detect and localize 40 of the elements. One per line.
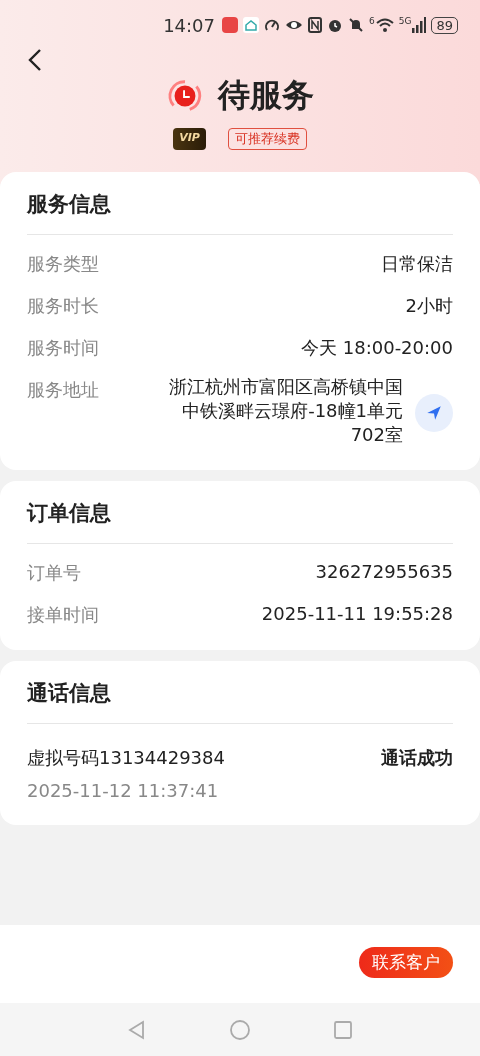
section-title: 服务信息 <box>27 191 112 218</box>
navigation-arrow-icon[interactable] <box>425 403 443 422</box>
navigate-button[interactable] <box>415 393 453 432</box>
address-text: 浙江杭州市富阳区高桥镇中国中铁溪畔云璟府-18幢1单元702室 <box>168 375 403 447</box>
network-label: 5G <box>398 16 412 26</box>
recents-nav-icon[interactable] <box>333 1019 353 1040</box>
signal-icon <box>412 17 427 33</box>
call-time: 2025-11-12 11:37:41 <box>27 779 220 803</box>
nfc-icon <box>308 17 322 33</box>
field-label: 接单时间 <box>27 603 99 627</box>
call-number: 虚拟号码13134429384 <box>27 746 225 770</box>
field-value: 日常保洁 <box>381 252 453 276</box>
speedometer-icon <box>264 17 280 33</box>
muted-bell-icon <box>348 17 364 33</box>
field-label: 服务类型 <box>27 252 99 276</box>
field-value: 326272955635 <box>315 561 453 582</box>
section-title: 订单信息 <box>27 500 112 527</box>
field-value: 今天 18:00-20:00 <box>301 336 453 360</box>
home-icon <box>243 17 259 33</box>
home-nav-icon[interactable] <box>229 1018 251 1041</box>
field-label: 服务时长 <box>27 294 99 318</box>
field-label: 订单号 <box>27 561 81 585</box>
status-title: 待服务 <box>218 75 314 116</box>
renewal-tag: 可推荐续费 <box>227 128 307 150</box>
app-icon <box>222 17 238 33</box>
contact-customer-button[interactable]: 联系客户 <box>359 946 453 978</box>
vip-badge: VIP <box>173 128 206 150</box>
battery-level: 89 <box>431 16 458 34</box>
back-icon[interactable] <box>28 48 42 72</box>
section-title: 通话信息 <box>27 680 112 707</box>
field-label: 服务地址 <box>27 378 99 402</box>
field-value: 2小时 <box>405 294 453 318</box>
wifi-icon <box>375 17 394 33</box>
field-label: 服务时间 <box>27 336 99 360</box>
clock-time: 14:07 <box>163 14 215 36</box>
wifi-standard-label: 6 <box>369 16 375 26</box>
field-value: 2025-11-11 19:55:28 <box>261 603 453 624</box>
back-nav-icon[interactable] <box>127 1019 147 1040</box>
call-result: 通话成功 <box>381 746 453 770</box>
alarm-icon <box>327 17 343 33</box>
